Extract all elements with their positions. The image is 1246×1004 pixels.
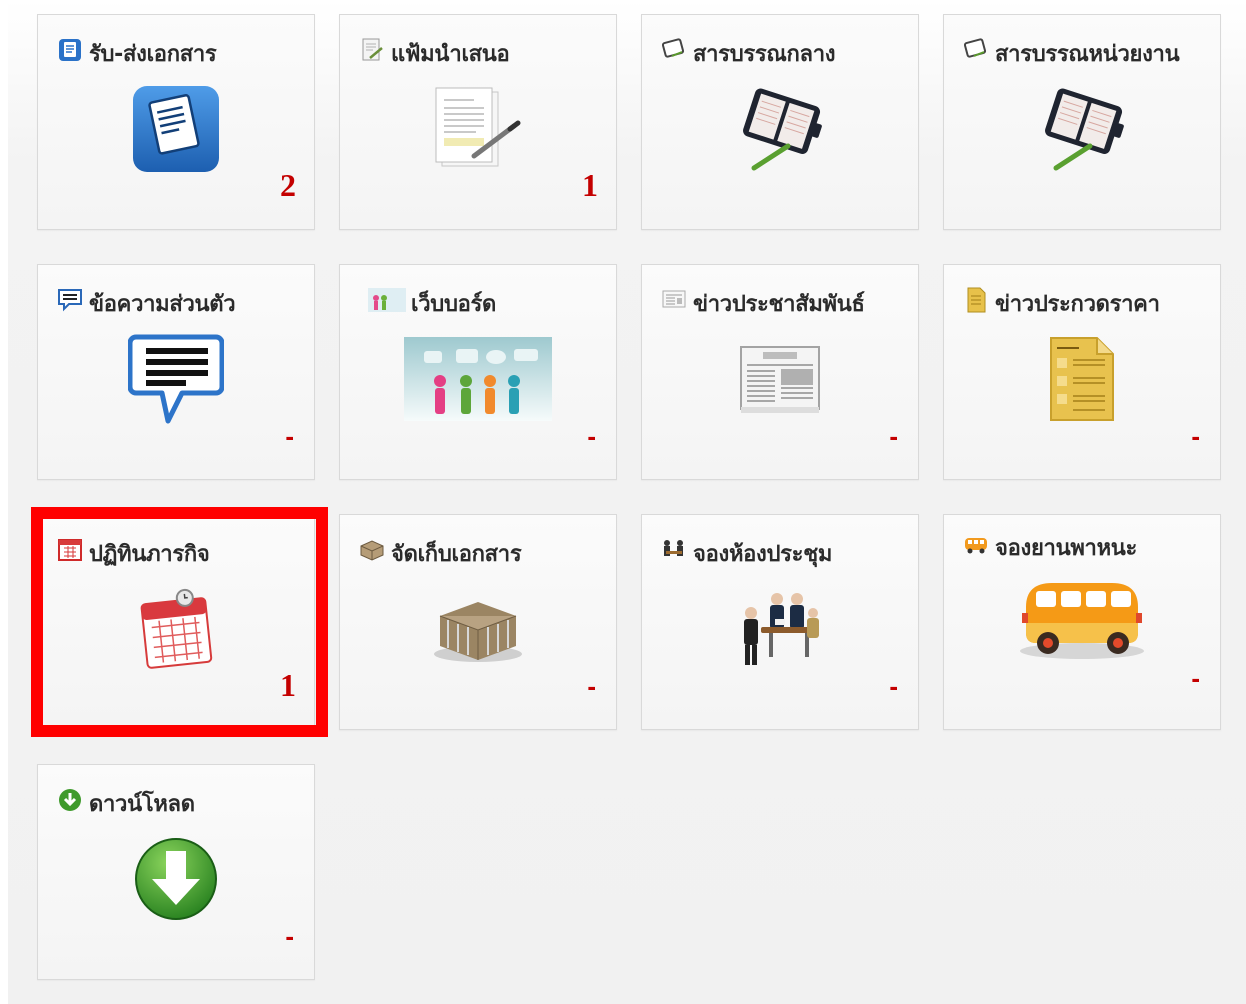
tile-header: ข้อความส่วนตัว — [56, 283, 236, 317]
tile-header: จัดเก็บเอกสาร — [358, 533, 522, 567]
tile-header: จองห้องประชุม — [660, 533, 832, 567]
meeting-people-icon — [744, 593, 819, 665]
tile-icon — [700, 81, 860, 177]
tile-private-messages[interactable]: ข้อความส่วนตัว - — [37, 264, 315, 480]
tile-count: - — [889, 421, 898, 451]
tile-header: รับ-ส่งเอกสาร — [56, 33, 217, 67]
tile-vehicle-booking[interactable]: จองยานพาหนะ - — [943, 514, 1221, 730]
bus-small-icon — [965, 538, 987, 554]
meeting-small-icon — [664, 540, 683, 556]
tile-presentation-folder[interactable]: แฟ้มนำเสนอ 1 — [339, 14, 617, 230]
chat-bubble-icon — [128, 334, 224, 424]
document-icon — [133, 86, 219, 172]
tile-title: สารบรรณกลาง — [693, 41, 836, 67]
tile-icon — [96, 581, 256, 677]
tile-icon — [1002, 331, 1162, 427]
tile-icon — [700, 581, 860, 677]
tile-send-receive-documents[interactable]: รับ-ส่งเอกสาร 2 — [37, 14, 315, 230]
tile-price-bidding-news[interactable]: ข่าวประกวดราคา - — [943, 264, 1221, 480]
tile-count: 2 — [280, 167, 296, 203]
tile-count: - — [1191, 421, 1200, 451]
tile-header: ปฏิทินภารกิจ — [56, 533, 210, 567]
tile-download[interactable]: ดาวน์โหลด - — [37, 764, 315, 980]
tile-title: ข่าวประกวดราคา — [995, 291, 1160, 317]
tile-header: แฟ้มนำเสนอ — [358, 33, 510, 67]
planner-small-icon — [661, 38, 685, 58]
tile-title: รับ-ส่งเอกสาร — [89, 41, 217, 67]
tile-header: สารบรรณกลาง — [660, 33, 836, 67]
tile-meeting-room-booking[interactable]: จองห้องประชุม - — [641, 514, 919, 730]
tile-title: จัดเก็บเอกสาร — [391, 541, 522, 567]
tile-mission-calendar[interactable]: ปฏิทินภารกิจ 1 — [37, 514, 315, 730]
planner-icon — [1045, 88, 1124, 171]
document-yellow-small-icon — [967, 287, 986, 313]
people-discussion-icon — [404, 337, 552, 421]
calendar-icon — [140, 588, 213, 669]
bus-icon — [1020, 583, 1144, 659]
download-icon — [135, 838, 217, 920]
tile-webboard[interactable]: เว็บบอร์ด - — [339, 264, 617, 480]
planner-small-icon — [963, 38, 987, 58]
calendar-small-icon — [58, 539, 82, 561]
tile-title: ข้อความส่วนตัว — [89, 291, 236, 317]
tile-count: - — [889, 671, 898, 701]
tile-header: สารบรรณหน่วยงาน — [962, 33, 1180, 67]
tile-count: - — [587, 421, 596, 451]
tile-icon — [398, 581, 558, 677]
tile-icon — [96, 331, 256, 427]
newspaper-small-icon — [662, 290, 686, 308]
tile-header: ข่าวประชาสัมพันธ์ — [660, 283, 865, 317]
document-yellow-icon — [1050, 337, 1114, 421]
document-stack-icon — [59, 39, 81, 61]
tile-icon — [1002, 571, 1162, 667]
tile-count: 1 — [280, 667, 296, 703]
tile-unit-correspondence[interactable]: สารบรรณหน่วยงาน — [943, 14, 1221, 230]
download-small-icon — [59, 789, 81, 811]
tile-icon — [398, 331, 558, 427]
tile-count: - — [285, 421, 294, 451]
tile-count: - — [1191, 663, 1200, 693]
tile-count: 1 — [582, 167, 598, 203]
planner-icon — [743, 88, 822, 171]
tile-title: ข่าวประชาสัมพันธ์ — [693, 291, 865, 317]
tile-icon — [1002, 81, 1162, 177]
tile-icon — [96, 831, 256, 927]
tile-icon — [700, 331, 860, 427]
tile-title: แฟ้มนำเสนอ — [391, 41, 510, 67]
tile-title: ปฏิทินภารกิจ — [89, 541, 210, 567]
tile-title: จองยานพาหนะ — [995, 535, 1138, 561]
tile-title: สารบรรณหน่วยงาน — [995, 41, 1180, 67]
tile-header: ข่าวประกวดราคา — [962, 283, 1160, 317]
people-small-icon — [368, 288, 406, 312]
tile-title: จองห้องประชุม — [693, 541, 833, 567]
tile-header: จองยานพาหนะ — [962, 527, 1137, 561]
tile-header: ดาวน์โหลด — [56, 783, 195, 817]
tile-central-correspondence[interactable]: สารบรรณกลาง — [641, 14, 919, 230]
box-small-icon — [360, 540, 384, 561]
tile-title: เว็บบอร์ด — [411, 291, 497, 317]
tile-icon — [398, 81, 558, 177]
newspaper-icon — [740, 346, 820, 413]
tile-header: เว็บบอร์ด — [358, 283, 496, 317]
pencil-document-icon — [362, 38, 383, 61]
archive-box-icon — [434, 602, 522, 662]
tile-icon — [96, 81, 256, 177]
chat-small-icon — [58, 289, 82, 312]
tile-public-relations-news[interactable]: ข่าวประชาสัมพันธ์ - — [641, 264, 919, 480]
signing-document-icon — [435, 87, 521, 167]
tile-document-storage[interactable]: จัดเก็บเอกสาร - — [339, 514, 617, 730]
tile-count: - — [285, 921, 294, 951]
tile-count: - — [587, 671, 596, 701]
tile-title: ดาวน์โหลด — [89, 791, 195, 817]
